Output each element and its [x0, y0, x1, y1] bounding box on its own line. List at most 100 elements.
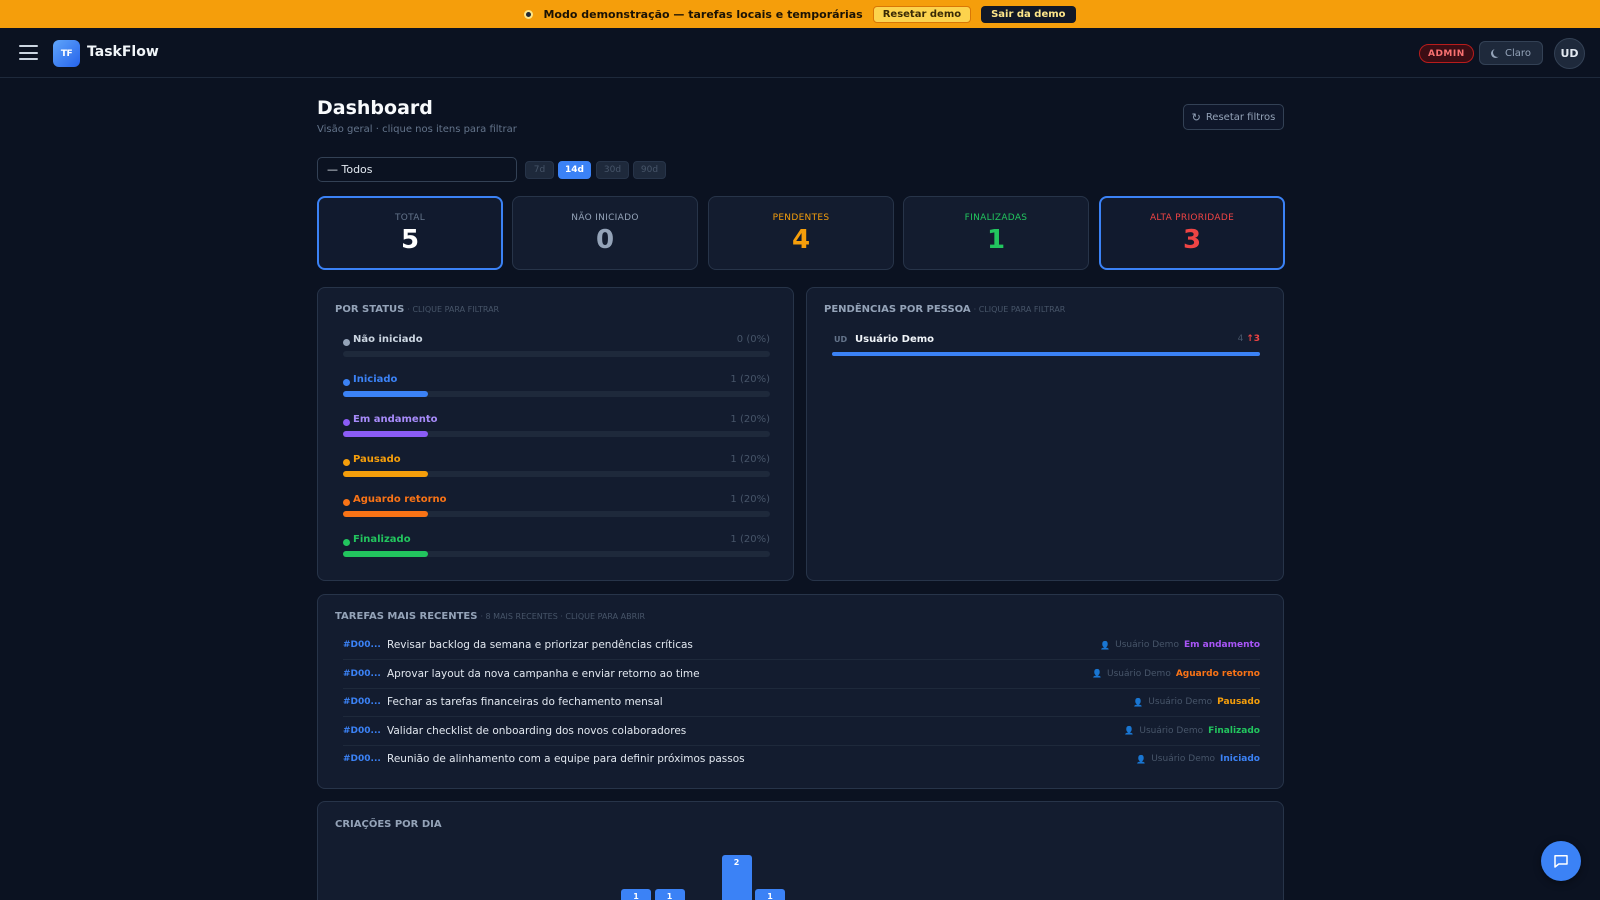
status-name: Pausado: [353, 454, 401, 465]
status-row[interactable]: Não iniciado 0 (0%): [343, 334, 770, 364]
status-name: Em andamento: [353, 414, 438, 425]
kpi-card[interactable]: TOTAL 5: [317, 196, 503, 270]
status-row[interactable]: Finalizado 1 (20%): [343, 534, 770, 564]
period-button-90d[interactable]: 90d: [633, 161, 666, 179]
daily-creations-panel: CRIAÇÕES POR DIA 1121: [317, 801, 1284, 900]
person-row[interactable]: UD Usuário Demo 4 ↑3: [832, 332, 1260, 362]
task-row[interactable]: #D00... Revisar backlog da semana e prior…: [343, 632, 1260, 660]
task-id: #D00...: [343, 697, 381, 707]
period-button-7d[interactable]: 7d: [525, 161, 554, 179]
task-id: #D00...: [343, 754, 381, 764]
kpi-value: 0: [595, 224, 615, 255]
task-assignee: Usuário Demo: [1151, 754, 1216, 764]
task-id: #D00...: [343, 640, 381, 650]
task-status-label: Finalizado: [1208, 725, 1260, 736]
task-title: Reunião de alinhamento com a equipe para…: [387, 753, 745, 765]
status-name: Não iniciado: [353, 334, 423, 345]
task-status-label: Pausado: [1217, 697, 1260, 707]
daily-bar[interactable]: 1: [621, 889, 651, 900]
task-meta: 👤 Usuário Demo Em andamento: [1100, 640, 1260, 650]
status-count: 1 (20%): [730, 454, 770, 465]
recent-tasks-heading: TAREFAS MAIS RECENTES: [335, 611, 478, 622]
chat-bubble-icon: [1554, 855, 1568, 868]
status-progress-fill: [343, 431, 429, 437]
person-icon: 👤: [1136, 754, 1147, 764]
status-count: 1 (20%): [730, 414, 770, 425]
refresh-icon: ↻: [1191, 110, 1201, 124]
exit-demo-button[interactable]: Sair da demo: [981, 5, 1076, 23]
status-row[interactable]: Aguardo retorno 1 (20%): [343, 494, 770, 524]
status-count: 1 (20%): [730, 494, 770, 505]
daily-bar[interactable]: 1: [755, 889, 785, 900]
role-badge: ADMIN: [1419, 44, 1474, 63]
period-button-30d[interactable]: 30d: [596, 161, 629, 179]
task-row[interactable]: #D00... Fechar as tarefas financeiras do …: [343, 689, 1260, 717]
task-row[interactable]: #D00... Validar checklist de onboarding d…: [343, 718, 1260, 746]
daily-bar[interactable]: 1: [654, 889, 685, 900]
kpi-card[interactable]: FINALIZADAS 1: [903, 196, 1089, 270]
kpi-card[interactable]: NÃO INICIADO 0: [512, 196, 698, 270]
status-progress-fill: [343, 511, 429, 517]
kpi-label: NÃO INICIADO: [571, 212, 639, 223]
taskflow-logo[interactable]: TF: [53, 40, 80, 67]
status-name: Finalizado: [353, 534, 411, 545]
people-panel: PENDÊNCIAS POR PESSOA · CLIQUE PARA FILTR…: [806, 287, 1284, 581]
person-icon: 👤: [1133, 697, 1144, 707]
task-assignee: Usuário Demo: [1139, 725, 1204, 736]
status-progress-fill: [343, 391, 429, 397]
recent-tasks-panel: TAREFAS MAIS RECENTES · 8 MAIS RECENTES ·…: [317, 594, 1284, 789]
user-avatar[interactable]: UD: [1554, 38, 1585, 69]
kpi-value: 3: [1182, 224, 1202, 255]
task-title: Fechar as tarefas financeiras do fechame…: [387, 696, 663, 708]
reset-filters-label: Resetar filtros: [1205, 111, 1276, 123]
status-progress-track: [343, 471, 770, 477]
daily-creations-chart: 1121: [603, 845, 803, 900]
status-row[interactable]: Iniciado 1 (20%): [343, 374, 770, 404]
kpi-card[interactable]: ALTA PRIORIDADE 3: [1099, 196, 1285, 270]
task-id: #D00...: [343, 668, 381, 679]
status-progress-track: [343, 551, 770, 557]
theme-toggle-button[interactable]: Claro: [1479, 41, 1543, 65]
task-meta: 👤 Usuário Demo Iniciado: [1136, 754, 1260, 764]
task-assignee: Usuário Demo: [1115, 640, 1179, 650]
status-progress-track: [343, 391, 770, 397]
task-meta: 👤 Usuário Demo Finalizado: [1124, 726, 1260, 736]
recent-tasks-title: TAREFAS MAIS RECENTES · 8 MAIS RECENTES ·…: [335, 611, 645, 622]
status-row[interactable]: Pausado 1 (20%): [343, 454, 770, 484]
kpi-value: 5: [400, 224, 420, 255]
kpi-value: 1: [986, 224, 1006, 255]
hamburger-menu-icon[interactable]: [19, 45, 38, 60]
person-icon: 👤: [1092, 669, 1103, 678]
status-panel: POR STATUS · CLIQUE PARA FILTRAR Não inic…: [317, 287, 794, 581]
status-panel-title: POR STATUS · CLIQUE PARA FILTRAR: [335, 304, 499, 315]
chat-button[interactable]: [1541, 841, 1581, 881]
person-pending-bar: [832, 352, 1260, 356]
period-button-14d[interactable]: 14d: [558, 161, 591, 179]
app-name[interactable]: TaskFlow: [87, 44, 159, 60]
reset-filters-button[interactable]: ↻ Resetar filtros: [1183, 104, 1284, 130]
person-icon: 👤: [1100, 640, 1111, 650]
kpi-value: 4: [791, 224, 811, 255]
reset-demo-button[interactable]: Resetar demo: [872, 5, 972, 23]
task-status-label: Em andamento: [1183, 640, 1260, 650]
daily-bar[interactable]: 2: [721, 855, 752, 900]
status-count: 1 (20%): [730, 534, 770, 545]
task-row[interactable]: #D00... Aprovar layout da nova campanha e…: [343, 661, 1260, 689]
task-status-label: Aguardo retorno: [1175, 668, 1260, 679]
status-count: 1 (20%): [730, 374, 770, 385]
status-name: Aguardo retorno: [353, 494, 447, 505]
task-assignee: Usuário Demo: [1107, 668, 1171, 679]
people-panel-hint: · CLIQUE PARA FILTRAR: [973, 305, 1066, 314]
task-row[interactable]: #D00... Reunião de alinhamento com a equi…: [343, 746, 1260, 774]
moon-icon: [1493, 48, 1502, 57]
demo-mode-banner: Modo demonstração — tarefas locais e tem…: [0, 0, 1600, 28]
person-filter-select[interactable]: — Todos: [317, 157, 517, 182]
status-progress-track: [343, 511, 770, 517]
status-progress-fill: [343, 471, 429, 477]
status-row[interactable]: Em andamento 1 (20%): [343, 414, 770, 444]
kpi-card[interactable]: PENDENTES 4: [708, 196, 894, 270]
status-dot-icon: [343, 459, 350, 466]
task-title: Revisar backlog da semana e priorizar pe…: [387, 639, 693, 651]
task-title: Aprovar layout da nova campanha e enviar…: [387, 667, 700, 680]
kpi-label: TOTAL: [394, 212, 426, 223]
